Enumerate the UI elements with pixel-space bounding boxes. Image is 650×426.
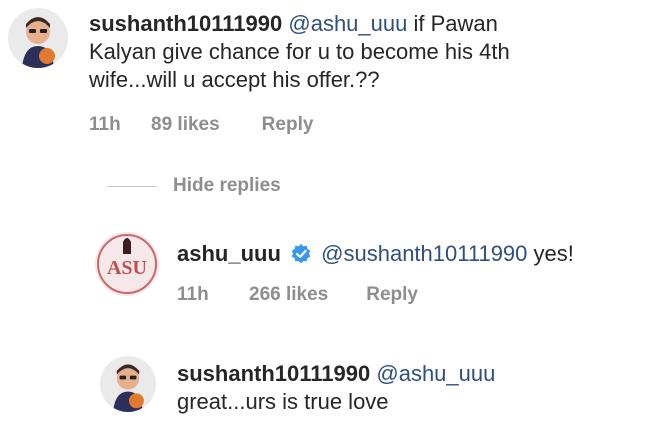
comment-text: if Pawan — [407, 11, 498, 36]
comment-meta: 11h 89 likes Reply — [89, 114, 313, 136]
comment-likes[interactable]: 89 likes — [151, 114, 220, 136]
comment-time: 11h — [89, 114, 121, 135]
bitmoji-avatar-icon — [8, 8, 68, 68]
bitmoji-avatar-icon — [100, 356, 156, 412]
comment-username[interactable]: ashu_uuu — [177, 241, 281, 266]
comment-likes[interactable]: 266 likes — [249, 284, 328, 306]
logo-avatar-icon: ASU — [95, 232, 159, 296]
verified-badge-icon — [291, 243, 311, 271]
svg-text:ASU: ASU — [107, 257, 147, 279]
comment-text: great...urs is true love — [177, 389, 389, 414]
comment-mention[interactable]: @sushanth10111990 — [321, 241, 527, 266]
comment-meta: 11h 266 likes Reply — [177, 284, 418, 306]
hide-replies-label: Hide replies — [173, 175, 281, 196]
comment-text: yes! — [527, 241, 574, 266]
comment-username[interactable]: sushanth10111990 — [177, 361, 370, 386]
reply-button[interactable]: Reply — [366, 284, 418, 306]
reply-button[interactable]: Reply — [262, 114, 314, 136]
comment-text-line: wife...will u accept his offer.?? — [89, 67, 380, 92]
comment-body: sushanth10111990 @ashu_uuu if Pawan Kaly… — [89, 10, 629, 94]
comment-time: 11h — [177, 284, 209, 305]
hide-replies-toggle[interactable]: Hide replies — [107, 175, 281, 197]
comment-username[interactable]: sushanth10111990 — [89, 11, 282, 36]
avatar[interactable]: ASU — [95, 232, 159, 296]
comment-mention[interactable]: @ashu_uuu — [288, 11, 407, 36]
comment-mention[interactable]: @ashu_uuu — [376, 361, 495, 386]
avatar[interactable] — [100, 356, 156, 412]
reply-body: ashu_uuu @sushanth10111990 yes! — [177, 240, 637, 271]
comment-text-line: Kalyan give chance for u to become his 4… — [89, 39, 510, 64]
divider — [107, 185, 157, 187]
avatar[interactable] — [8, 8, 68, 68]
reply-body: sushanth10111990 @ashu_uuu great...urs i… — [177, 360, 637, 416]
